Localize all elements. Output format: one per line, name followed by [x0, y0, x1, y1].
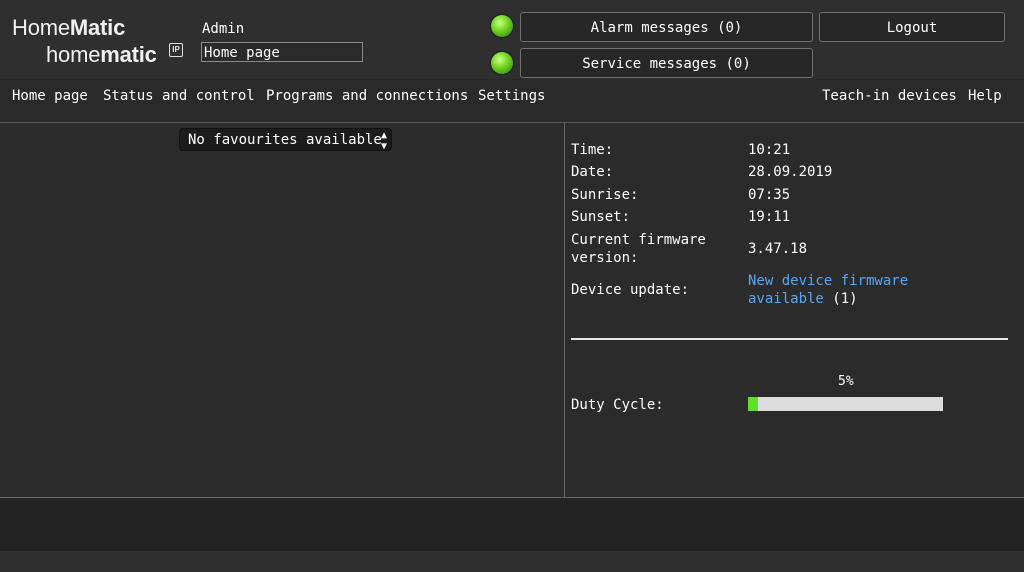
- duty-cycle-percent: 5%: [838, 374, 854, 389]
- user-name: Admin: [202, 21, 245, 37]
- ip-badge-icon: IP: [169, 43, 183, 57]
- sunrise-label: Sunrise:: [571, 187, 639, 203]
- main-nav: Home page Status and control Programs an…: [0, 79, 1024, 123]
- sunrise-value: 07:35: [748, 187, 791, 203]
- logout-button[interactable]: Logout: [819, 12, 1005, 42]
- info-separator: [571, 338, 1008, 340]
- sunset-value: 19:11: [748, 209, 791, 225]
- alarm-messages-button[interactable]: Alarm messages (0): [520, 12, 813, 42]
- duty-cycle-bar: [748, 397, 943, 411]
- device-update-value: New device firmware available (1): [748, 272, 908, 308]
- date-value: 28.09.2019: [748, 164, 833, 180]
- service-messages-button[interactable]: Service messages (0): [520, 48, 813, 78]
- nav-programs-and-connections[interactable]: Programs and connections: [266, 88, 468, 104]
- footer: [0, 497, 1024, 551]
- device-update-label: Device update:: [571, 282, 690, 298]
- duty-cycle-label: Duty Cycle:: [571, 397, 664, 413]
- bottom-bar: [0, 551, 1024, 572]
- nav-home-page[interactable]: Home page: [12, 88, 88, 104]
- header: HomeMatic homematic IP Admin Home page A…: [0, 0, 1024, 79]
- homematic-logo: HomeMatic: [12, 15, 126, 40]
- content-divider: [564, 123, 565, 497]
- update-count: (1): [823, 291, 858, 307]
- main-content: [0, 123, 1024, 497]
- nav-help[interactable]: Help: [968, 88, 1002, 104]
- time-label: Time:: [571, 142, 614, 158]
- homematic-ip-logo: homematic: [46, 42, 157, 67]
- alarm-status-led-icon: [491, 15, 513, 37]
- current-page-field: Home page: [201, 42, 363, 62]
- favourites-select-value: No favourites available: [188, 132, 382, 148]
- sunset-label: Sunset:: [571, 209, 631, 225]
- select-arrows-icon: ▲ ▼: [380, 130, 387, 152]
- service-status-led-icon: [491, 52, 513, 74]
- nav-status-and-control[interactable]: Status and control: [103, 88, 255, 104]
- firmware-value: 3.47.18: [748, 241, 808, 257]
- nav-settings[interactable]: Settings: [478, 88, 545, 104]
- time-value: 10:21: [748, 142, 791, 158]
- duty-cycle-fill: [748, 397, 758, 411]
- date-label: Date:: [571, 164, 614, 180]
- nav-teach-in-devices[interactable]: Teach-in devices: [822, 88, 957, 104]
- firmware-label: Current firmware version:: [571, 232, 706, 266]
- favourites-select[interactable]: No favourites available ▲ ▼: [179, 128, 392, 152]
